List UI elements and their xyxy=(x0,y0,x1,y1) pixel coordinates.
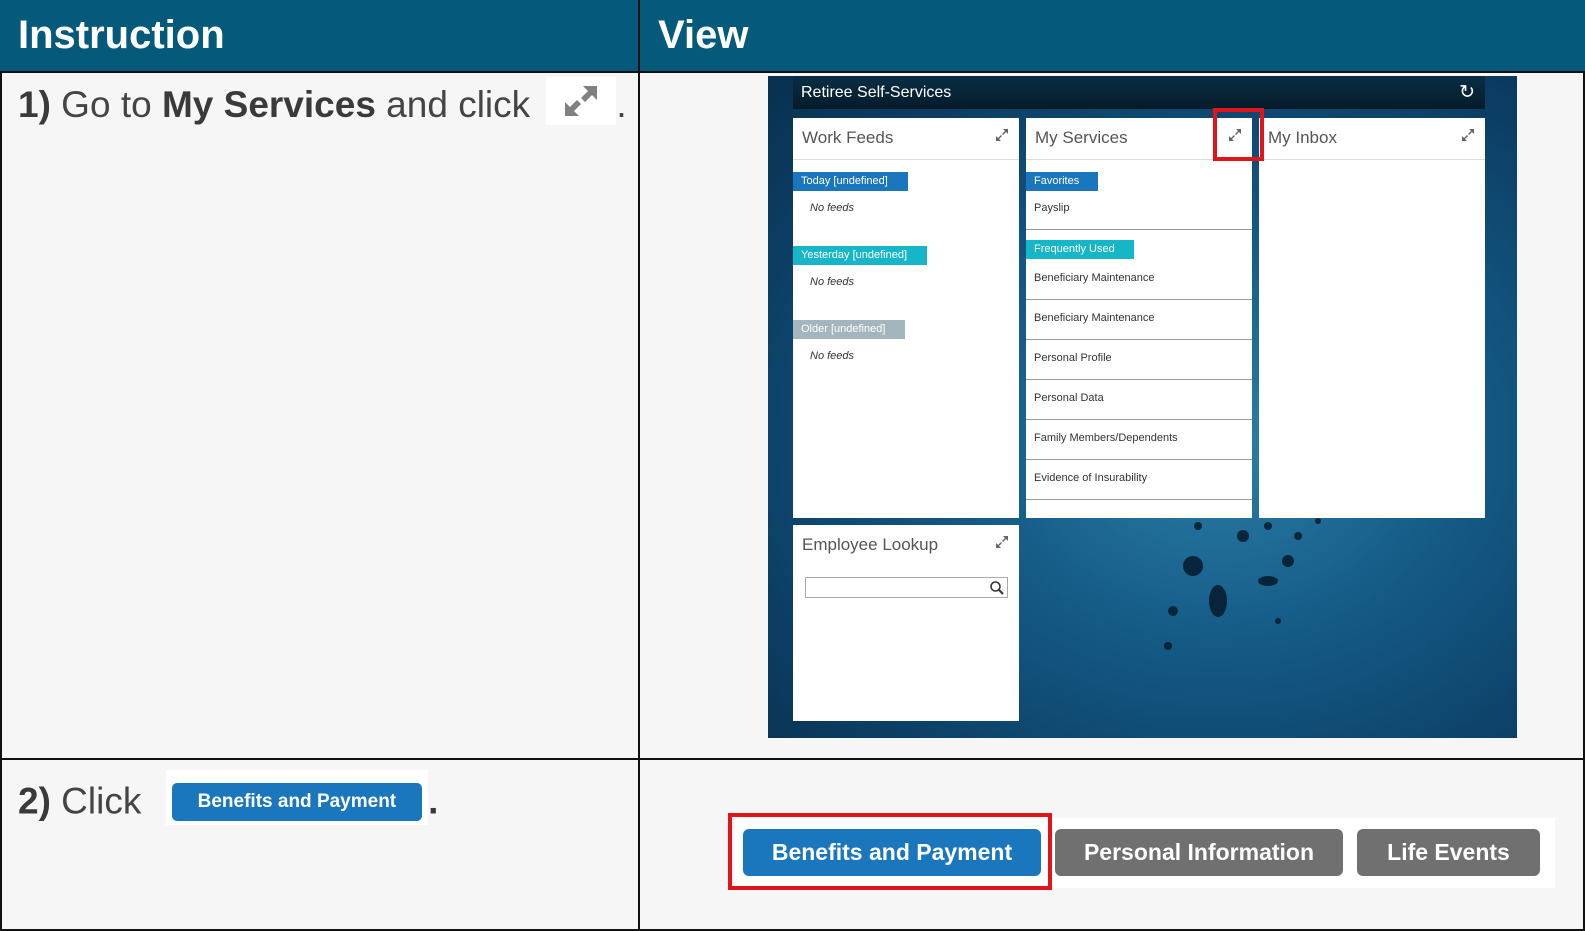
step-1-number: 1) xyxy=(18,83,51,125)
list-divider xyxy=(1026,499,1252,500)
instruction-header: Instruction xyxy=(0,0,638,71)
tile-divider xyxy=(1259,159,1485,160)
work-feeds-tile: Work Feeds Today [undefined] No feeds Ye… xyxy=(793,118,1019,518)
step-1-text-post: and click xyxy=(375,83,541,125)
list-divider xyxy=(1026,229,1252,230)
employee-search-input[interactable] xyxy=(805,577,1008,598)
feed-group-older: Older [undefined] xyxy=(793,320,905,339)
service-link[interactable]: Family Members/Dependents xyxy=(1026,432,1252,444)
portal-title-bar: Retiree Self-Services ↻ xyxy=(793,76,1485,109)
favorites-label: Favorites xyxy=(1026,172,1098,191)
refresh-icon[interactable]: ↻ xyxy=(1459,76,1475,109)
list-divider xyxy=(1026,459,1252,460)
step-1-instruction: 1) Go to My Services and click . xyxy=(18,77,627,131)
service-link[interactable]: Personal Data xyxy=(1026,392,1252,404)
step-2-number: 2) xyxy=(18,780,51,822)
portal-screenshot: Retiree Self-Services ↻ Work Feeds Today… xyxy=(768,76,1517,738)
employee-lookup-title: Employee Lookup xyxy=(802,535,939,554)
step-2-text-pre: Click xyxy=(50,780,152,822)
highlight-benefits-tab xyxy=(728,813,1052,890)
row-divider xyxy=(0,758,1585,760)
step-2-end: . xyxy=(428,780,439,822)
expand-icon[interactable] xyxy=(995,128,1009,142)
portal-title: Retiree Self-Services xyxy=(801,84,952,101)
search-icon[interactable] xyxy=(989,580,1005,596)
column-divider xyxy=(638,0,640,931)
list-divider xyxy=(1026,419,1252,420)
expand-icon[interactable] xyxy=(995,535,1009,549)
employee-lookup-tile: Employee Lookup xyxy=(793,525,1019,721)
service-link[interactable]: Evidence of Insurability xyxy=(1026,472,1252,484)
list-divider xyxy=(1026,339,1252,340)
step-1-end: . xyxy=(616,83,627,125)
my-services-title: My Services xyxy=(1035,128,1128,147)
tile-divider xyxy=(793,159,1019,160)
no-feeds-text: No feeds xyxy=(810,202,855,214)
step-1-text-pre: Go to xyxy=(50,83,162,125)
benefits-button-sample: Benefits and Payment xyxy=(165,770,429,825)
my-services-tile: My Services Favorites Payslip Frequently… xyxy=(1026,118,1252,518)
no-feeds-text: No feeds xyxy=(810,350,855,362)
tab-life-events[interactable]: Life Events xyxy=(1357,829,1540,876)
expand-icon[interactable] xyxy=(1461,128,1475,142)
highlight-expand-icon xyxy=(1213,108,1264,161)
my-inbox-tile: My Inbox xyxy=(1259,118,1485,518)
list-divider xyxy=(1026,379,1252,380)
service-link[interactable]: Beneficiary Maintenance xyxy=(1026,312,1252,324)
feed-group-today: Today [undefined] xyxy=(793,172,908,191)
work-feeds-title: Work Feeds xyxy=(802,128,894,147)
step-2-instruction: 2) Click Benefits and Payment. xyxy=(18,770,439,831)
water-drops-decoration xyxy=(1164,518,1321,650)
tab-personal-information[interactable]: Personal Information xyxy=(1055,829,1343,876)
frequently-used-label: Frequently Used xyxy=(1026,240,1134,259)
no-feeds-text: No feeds xyxy=(810,276,855,288)
view-header: View xyxy=(640,0,1585,71)
service-link[interactable]: Personal Profile xyxy=(1026,352,1252,364)
feed-group-yesterday: Yesterday [undefined] xyxy=(793,246,927,265)
step-1-target: My Services xyxy=(161,83,376,125)
my-inbox-title: My Inbox xyxy=(1268,128,1337,147)
header-divider xyxy=(0,71,1585,73)
list-divider xyxy=(1026,299,1252,300)
service-link[interactable]: Beneficiary Maintenance xyxy=(1026,272,1252,284)
expand-icon-sample xyxy=(546,77,617,125)
service-link-payslip[interactable]: Payslip xyxy=(1026,202,1252,214)
